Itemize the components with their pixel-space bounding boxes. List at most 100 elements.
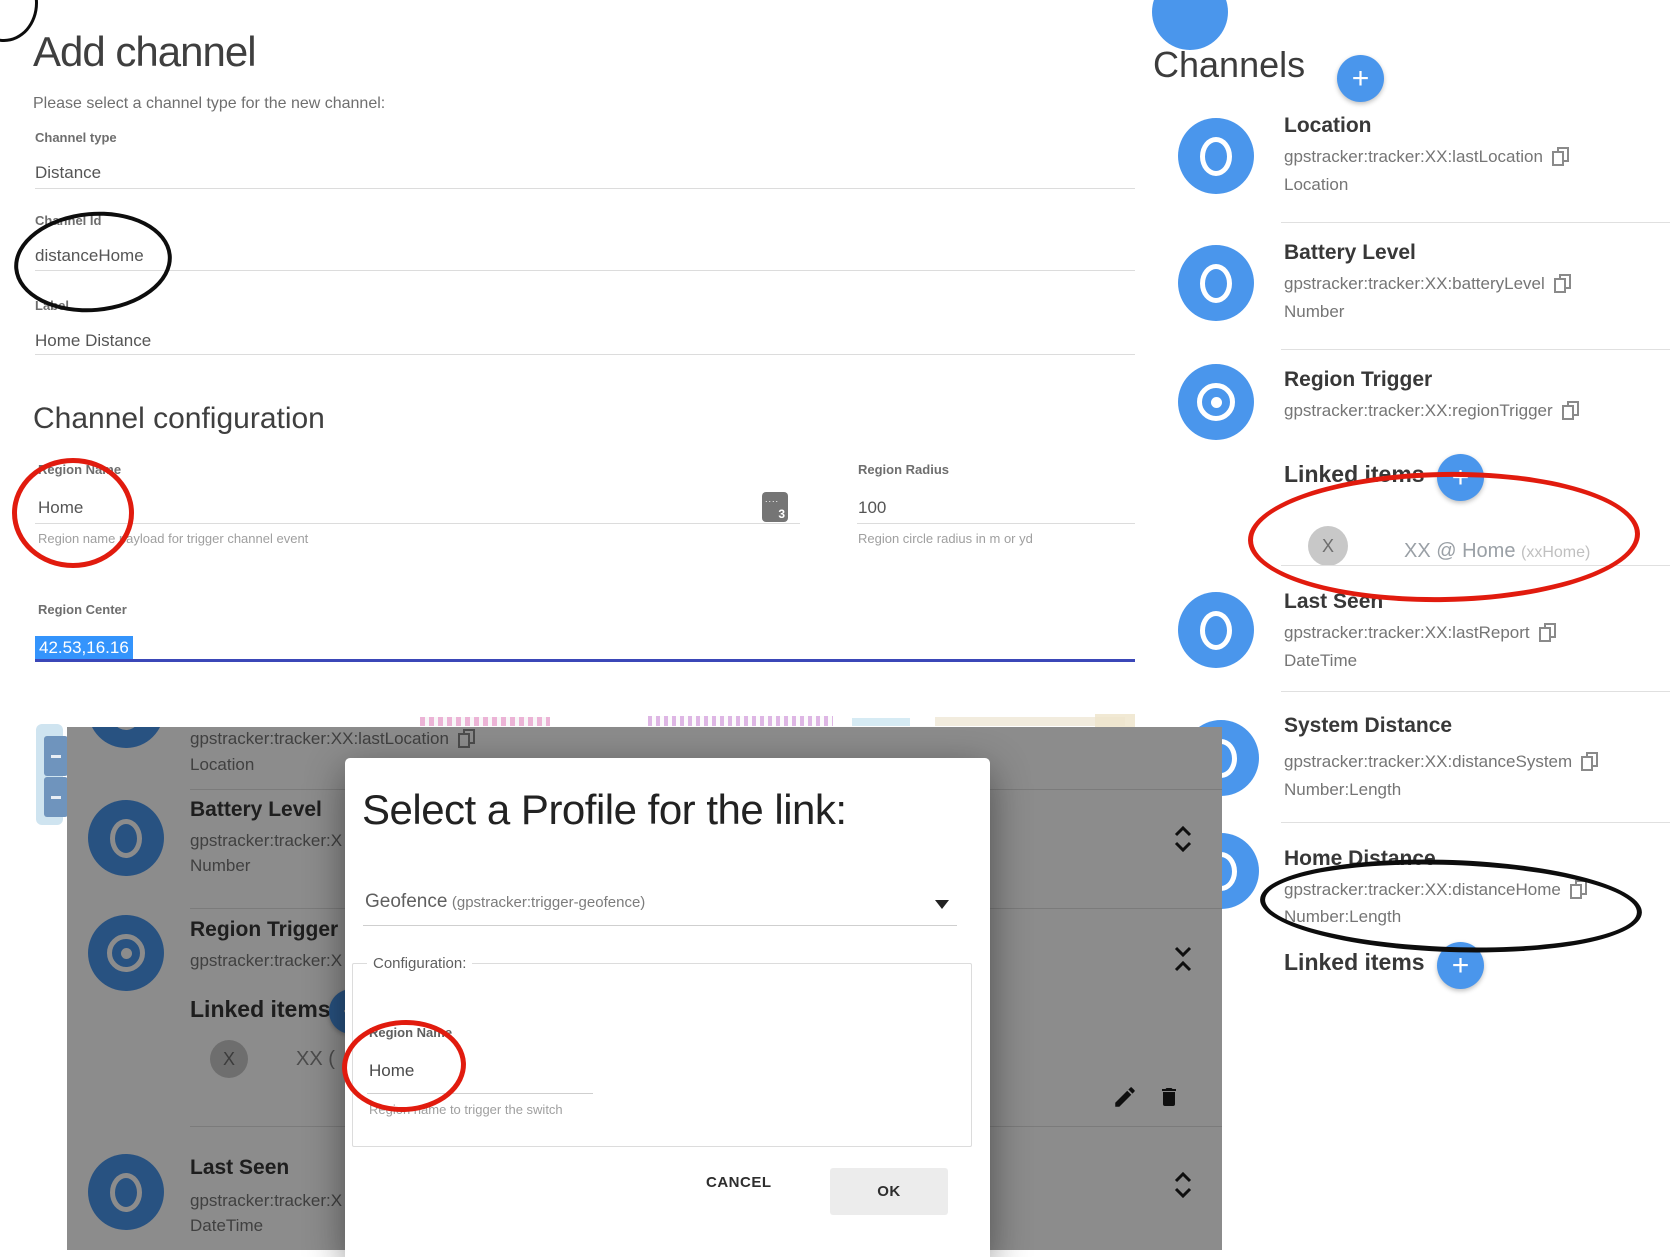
map-zoom-in-button[interactable] [44,736,68,776]
channel-uid-row: gpstracker:tracker:XX:lastLocation [1284,147,1567,167]
delete-icon[interactable] [1157,1084,1181,1110]
channel-icon [1152,0,1228,50]
dialog-title: Select a Profile for the link: [362,786,847,834]
channel-type: Number:Length [1284,907,1401,927]
unfold-less-icon[interactable] [1172,946,1194,972]
linked-item-label: XX @ Home [1404,540,1515,562]
active-underline [35,659,1135,662]
add-linked-item-button[interactable]: + [1437,942,1484,989]
target-icon [1197,383,1235,421]
channel-uid: gpstracker:tracker:X [190,831,342,851]
divider [857,523,1135,524]
add-channel-button[interactable]: + [1337,55,1384,102]
add-channel-page: Add channel Please select a channel type… [0,0,1670,1257]
copy-icon[interactable] [1554,274,1569,291]
channel-title: Home Distance [1284,847,1436,871]
channel-type: DateTime [190,1216,263,1236]
channel-uid: gpstracker:tracker:XX:lastReport [1284,623,1530,642]
channel-icon [88,727,164,748]
region-center-label: Region Center [38,602,127,617]
divider [1281,691,1670,692]
divider [367,1093,593,1094]
artifact [420,717,550,726]
channel-title: Location [1284,114,1372,138]
region-radius-input[interactable]: 100 [858,498,886,518]
channel-uid: gpstracker:tracker:XX:batteryLevel [1284,274,1545,293]
channel-uid-row: gpstracker:tracker:XX:lastReport [1284,623,1554,643]
divider [1281,565,1670,566]
artifact [852,718,910,726]
linked-item-label: XX ( [296,1048,335,1071]
page-title: Add channel [33,28,256,76]
label-field-input[interactable]: Home Distance [35,331,151,351]
channel-title: Battery Level [1284,241,1416,265]
cancel-button[interactable]: CANCEL [700,1173,778,1192]
circle-icon [110,1173,142,1212]
channel-title: Last Seen [190,1156,289,1180]
channel-title: System Distance [1284,714,1452,738]
unfold-more-icon[interactable] [1172,826,1194,852]
channel-id-input[interactable]: distanceHome [35,246,144,266]
region-radius-label: Region Radius [858,462,949,477]
copy-icon[interactable] [1581,752,1596,769]
profile-select[interactable]: Geofence (gpstracker:trigger-geofence) [365,891,645,913]
channel-icon [88,915,164,991]
section-title: Channel configuration [33,402,325,436]
map-zoom-out-button[interactable] [44,777,68,817]
last-seen-channel-icon [1178,592,1254,668]
divider [1281,222,1670,223]
add-linked-item-button[interactable]: + [1437,454,1484,501]
copy-icon[interactable] [1562,401,1577,418]
channel-uid: gpstracker:tracker:X [190,1191,342,1211]
channel-type: Location [190,755,254,775]
configuration-fieldset: Configuration: Region Name Home Region n… [352,955,972,1147]
linked-item-sub: (xxHome) [1521,544,1590,561]
copy-icon[interactable] [1552,147,1567,164]
divider [35,354,1135,355]
page-subtitle: Please select a channel type for the new… [33,95,385,113]
linked-items-label: Linked items [1284,949,1425,976]
channel-uid: gpstracker:tracker:XX:regionTrigger [1284,401,1553,420]
channel-icon [88,800,164,876]
divider [35,188,1135,189]
unfold-more-icon[interactable] [1172,1172,1194,1198]
circle-icon [1200,137,1232,176]
copy-icon[interactable] [1570,880,1585,897]
chevron-down-icon[interactable] [935,900,949,909]
dialog-region-name-input[interactable]: Home [369,1061,414,1081]
channel-type-value[interactable]: Distance [35,163,101,183]
channel-title: Last Seen [1284,590,1383,614]
channel-uid-row: gpstracker:tracker:XX:lastLocation [190,729,473,749]
channel-uid-row: gpstracker:tracker:XX:regionTrigger [1284,401,1577,421]
region-trigger-channel-icon [1178,364,1254,440]
battery-channel-icon [1178,245,1254,321]
copy-icon[interactable] [1539,623,1554,640]
ok-button[interactable]: OK [830,1168,948,1215]
channel-type: DateTime [1284,651,1357,671]
artifact [648,716,833,726]
divider [1281,822,1670,823]
divider [35,270,1135,271]
keypad-icon[interactable]: ....3 [762,492,788,522]
region-name-input[interactable]: Home [38,498,83,518]
channel-uid-row: gpstracker:tracker:XX:distanceSystem [1284,752,1596,772]
plus-icon [51,755,61,758]
edit-icon[interactable] [1112,1084,1138,1110]
region-radius-hint: Region circle radius in m or yd [858,531,1033,546]
channel-title: Region Trigger [190,918,338,942]
channel-icon [88,1154,164,1230]
channel-title: Battery Level [190,798,322,822]
dialog-region-name-hint: Region name to trigger the switch [369,1102,563,1117]
copy-icon[interactable] [458,729,473,746]
profile-dialog: Select a Profile for the link: Geofence … [345,758,990,1257]
divider [363,925,957,926]
region-center-input[interactable]: 42.53,16.16 [35,636,133,660]
circle-icon [110,727,142,730]
channel-id-label: Channel Id [35,213,101,228]
linked-item-row[interactable]: XX @ Home (xxHome) [1404,540,1590,563]
profile-select-detail: (gpstracker:trigger-geofence) [452,894,645,911]
fieldset-legend: Configuration: [367,955,472,972]
minus-icon [51,796,61,799]
circle-icon [1200,611,1232,650]
channel-uid-row: gpstracker:tracker:XX:distanceHome [1284,880,1585,900]
